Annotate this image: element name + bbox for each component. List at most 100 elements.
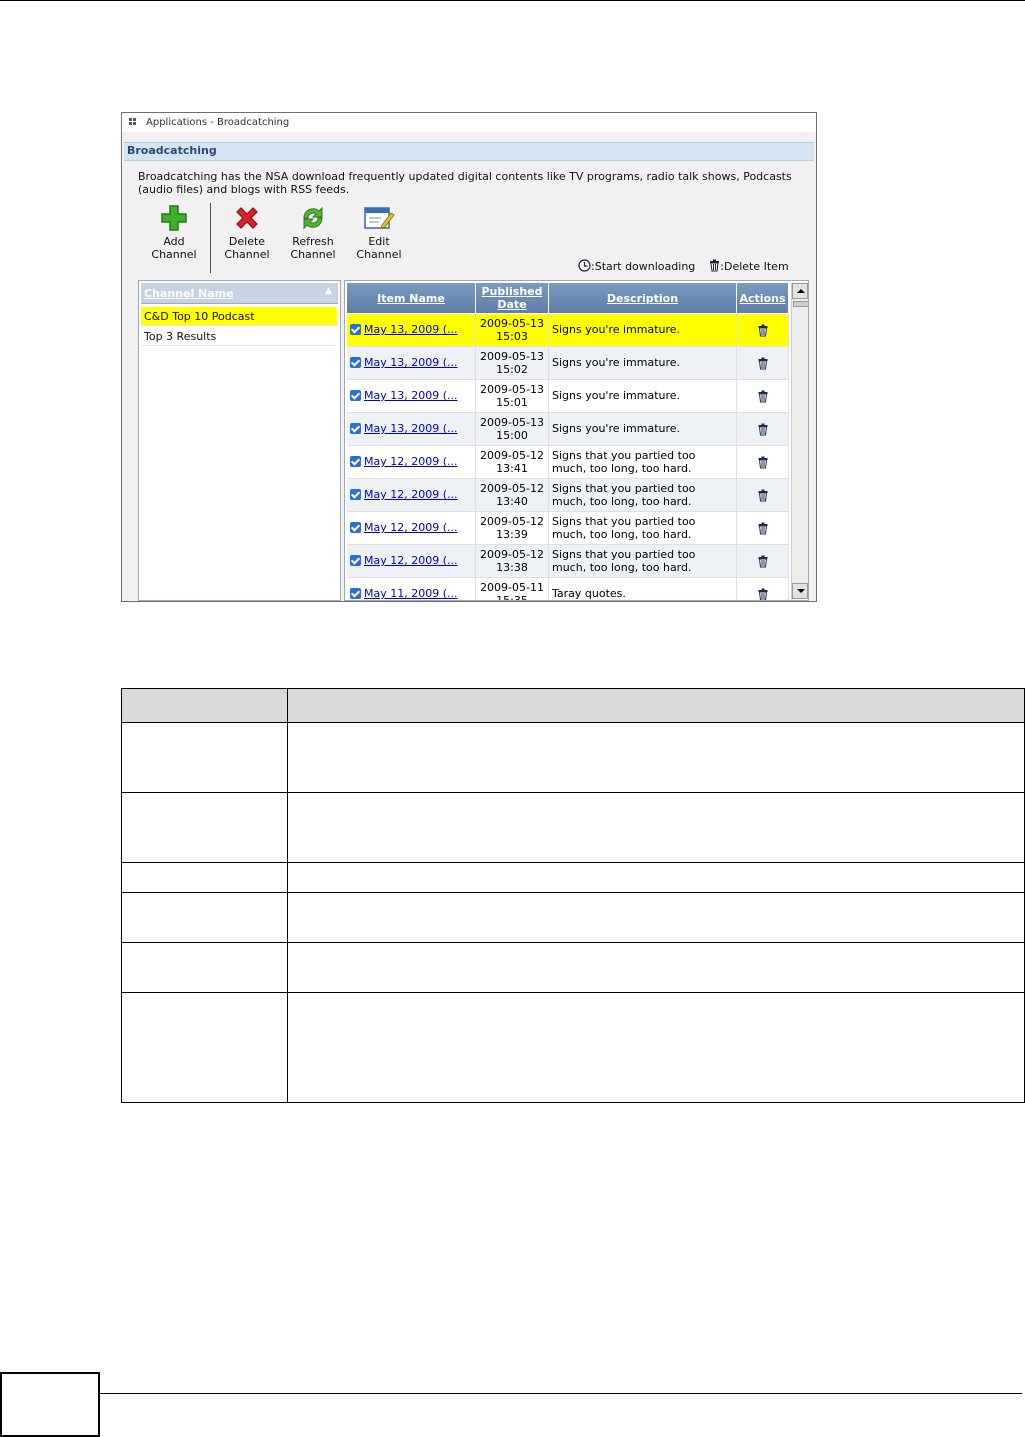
edit-channel-label-2: Channel xyxy=(356,248,402,261)
items-grid: Item Name Published Date Description Acti… xyxy=(344,280,809,601)
table-row[interactable]: May 11, 2009 (... 2009-05-11 15:35 Taray qu… xyxy=(347,578,789,601)
description-cell: Signs that you partied too much, too long… xyxy=(549,479,737,511)
trash-icon[interactable] xyxy=(757,423,769,436)
channel-list-header[interactable]: Channel Name ▲ xyxy=(141,283,338,304)
table-row[interactable]: May 13, 2009 (... 2009-05-13 15:00 Signs yo… xyxy=(347,413,789,446)
table-row[interactable]: May 13, 2009 (... 2009-05-13 15:02 Signs yo… xyxy=(347,347,789,380)
table-row[interactable]: May 13, 2009 (... 2009-05-13 15:03 Signs yo… xyxy=(347,314,789,347)
table-row[interactable]: May 12, 2009 (... 2009-05-12 13:41 Signs th… xyxy=(347,446,789,479)
actions-header[interactable]: Actions xyxy=(737,283,789,313)
trash-icon[interactable] xyxy=(757,522,769,535)
date-text: 2009-05-13 xyxy=(480,350,544,363)
checkbox[interactable] xyxy=(350,588,361,599)
description-line-1: Taray quotes. xyxy=(552,587,626,600)
date-label: Date xyxy=(497,298,527,311)
item-name-link[interactable]: May 13, 2009 (... xyxy=(364,422,458,435)
description-line-2: much, too long, too hard. xyxy=(552,462,692,475)
actions-cell xyxy=(737,314,789,346)
item-name-link[interactable]: May 12, 2009 (... xyxy=(364,554,458,567)
add-channel-button[interactable]: Add Channel xyxy=(143,204,205,261)
channel-item[interactable]: Top 3 Results xyxy=(141,327,337,346)
description-line-1: Signs that you partied too xyxy=(552,515,696,528)
channel-name-sort-link[interactable]: Channel Name xyxy=(144,287,234,300)
edit-channel-label-1: Edit xyxy=(368,235,390,248)
actions-cell xyxy=(737,578,789,601)
trash-icon[interactable] xyxy=(757,588,769,601)
table-row[interactable]: May 13, 2009 (... 2009-05-13 15:01 Signs yo… xyxy=(347,380,789,413)
description-header[interactable]: Description xyxy=(549,283,737,313)
trash-icon[interactable] xyxy=(757,456,769,469)
table-row xyxy=(121,892,1025,943)
trash-icon[interactable] xyxy=(757,390,769,403)
published-date-sort-link[interactable]: Published Date xyxy=(476,285,548,311)
plus-icon xyxy=(161,205,187,231)
description-line-2: much, too long, too hard. xyxy=(552,561,692,574)
item-name-sort-link[interactable]: Item Name xyxy=(347,292,475,305)
item-name-link[interactable]: May 12, 2009 (... xyxy=(364,455,458,468)
table-cell xyxy=(121,892,288,943)
scroll-down-button[interactable] xyxy=(792,583,808,599)
table-row[interactable]: May 12, 2009 (... 2009-05-12 13:39 Signs th… xyxy=(347,512,789,545)
trash-icon[interactable] xyxy=(757,489,769,502)
published-date-header[interactable]: Published Date xyxy=(476,283,549,313)
item-name-cell: May 12, 2009 (... xyxy=(347,446,476,478)
edit-channel-button[interactable]: Edit Channel xyxy=(348,204,410,261)
table-cell xyxy=(287,792,1025,863)
item-name-link[interactable]: May 12, 2009 (... xyxy=(364,488,458,501)
item-name-cell: May 12, 2009 (... xyxy=(347,512,476,544)
table-row[interactable]: May 12, 2009 (... 2009-05-12 13:38 Signs th… xyxy=(347,545,789,578)
breadcrumb-text: Applications - Broadcatching xyxy=(146,117,290,128)
checkbox[interactable] xyxy=(350,555,361,566)
table-row[interactable]: May 12, 2009 (... 2009-05-12 13:40 Signs th… xyxy=(347,479,789,512)
refresh-channel-button[interactable]: Refresh Channel xyxy=(282,204,344,261)
page-number-box xyxy=(0,1372,100,1437)
item-name-link[interactable]: May 13, 2009 (... xyxy=(364,323,458,336)
footer-rule xyxy=(100,1393,1022,1394)
item-name-link[interactable]: May 13, 2009 (... xyxy=(364,389,458,402)
item-name-cell: May 12, 2009 (... xyxy=(347,545,476,577)
sort-ascending-icon[interactable]: ▲ xyxy=(325,286,332,296)
trash-icon[interactable] xyxy=(757,555,769,568)
checkbox[interactable] xyxy=(350,324,361,335)
channel-item[interactable]: C&D Top 10 Podcast xyxy=(141,307,337,326)
time-text: 15:01 xyxy=(496,396,528,409)
item-name-link[interactable]: May 13, 2009 (... xyxy=(364,356,458,369)
checkbox[interactable] xyxy=(350,423,361,434)
description-cell: Taray quotes. xyxy=(549,578,737,600)
actions-cell xyxy=(737,347,789,379)
actions-cell xyxy=(737,479,789,511)
checkbox[interactable] xyxy=(350,522,361,533)
time-text: 13:40 xyxy=(496,495,528,508)
checkbox[interactable] xyxy=(350,456,361,467)
checkbox[interactable] xyxy=(350,489,361,500)
actions-sort-link[interactable]: Actions xyxy=(737,292,788,305)
actions-cell xyxy=(737,413,789,445)
checkbox[interactable] xyxy=(350,357,361,368)
checkbox[interactable] xyxy=(350,390,361,401)
description-line-1: Signs that you partied too xyxy=(552,548,696,561)
date-text: 2009-05-13 xyxy=(480,383,544,396)
edit-window-icon xyxy=(364,207,395,229)
date-text: 2009-05-12 xyxy=(480,482,544,495)
actions-cell xyxy=(737,545,789,577)
table-cell xyxy=(121,792,288,863)
time-text: 13:41 xyxy=(496,462,528,475)
scroll-up-button[interactable] xyxy=(792,283,808,299)
scroll-thumb[interactable] xyxy=(793,301,808,307)
table-header-row xyxy=(121,688,1025,723)
date-text: 2009-05-12 xyxy=(480,515,544,528)
description-line-1: Signs you're immature. xyxy=(552,323,681,336)
delete-channel-button[interactable]: Delete Channel xyxy=(216,204,278,261)
vertical-scrollbar[interactable] xyxy=(791,283,808,599)
description-line-1: Signs you're immature. xyxy=(552,422,681,435)
trash-icon[interactable] xyxy=(757,357,769,370)
trash-icon[interactable] xyxy=(757,324,769,337)
table-row xyxy=(121,992,1025,1103)
description-sort-link[interactable]: Description xyxy=(549,292,736,305)
item-name-header[interactable]: Item Name xyxy=(347,283,476,313)
item-name-link[interactable]: May 11, 2009 (... xyxy=(364,587,458,600)
table-row xyxy=(121,942,1025,993)
item-name-link[interactable]: May 12, 2009 (... xyxy=(364,521,458,534)
item-name-cell: May 13, 2009 (... xyxy=(347,413,476,445)
refresh-icon xyxy=(303,206,323,230)
